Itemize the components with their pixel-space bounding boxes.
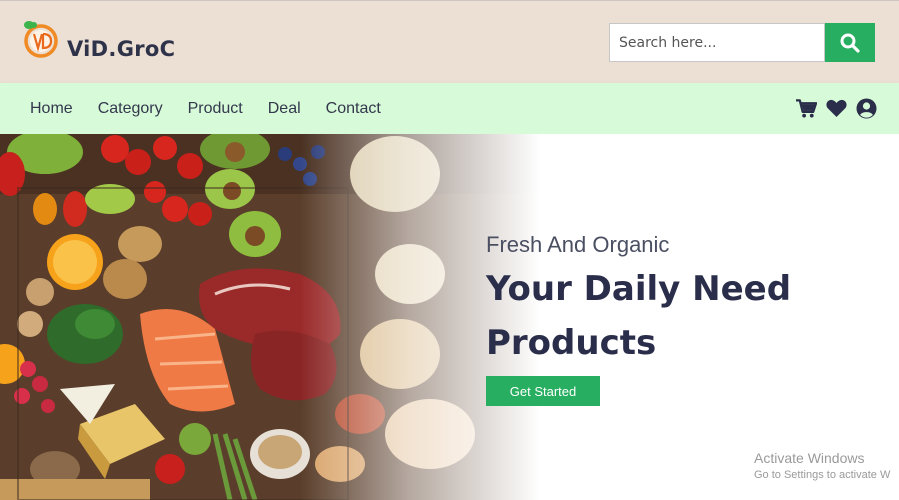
user-icon (856, 98, 877, 119)
nav-icons (796, 83, 877, 134)
site-header: ViD.GroC (0, 0, 899, 83)
search-button[interactable] (825, 23, 875, 62)
watermark-subtitle: Go to Settings to activate W (754, 469, 891, 481)
nav-link-deal[interactable]: Deal (268, 100, 301, 118)
wishlist-button[interactable] (826, 98, 847, 119)
nav-link-category[interactable]: Category (98, 100, 163, 118)
brand-name[interactable]: ViD.GroC (67, 37, 175, 61)
watermark-title: Activate Windows (754, 450, 865, 466)
nav-links: Home Category Product Deal Contact (30, 83, 406, 134)
hero-tagline: Fresh And Organic (486, 232, 670, 257)
logo-icon[interactable] (22, 19, 60, 59)
search-icon (840, 33, 860, 53)
search-bar (609, 23, 875, 62)
cart-icon (796, 98, 817, 118)
windows-activation-watermark: Activate Windows Go to Settings to activ… (754, 450, 890, 481)
heart-icon (826, 99, 847, 117)
nav-link-home[interactable]: Home (30, 100, 73, 118)
nav-link-contact[interactable]: Contact (326, 100, 381, 118)
main-nav: Home Category Product Deal Contact (0, 83, 899, 134)
cart-button[interactable] (796, 98, 817, 119)
get-started-button[interactable]: Get Started (486, 376, 600, 406)
nav-link-product[interactable]: Product (188, 100, 243, 118)
search-input[interactable] (609, 23, 825, 62)
account-button[interactable] (856, 98, 877, 119)
hero-headline: Your Daily Need Products (486, 269, 792, 363)
